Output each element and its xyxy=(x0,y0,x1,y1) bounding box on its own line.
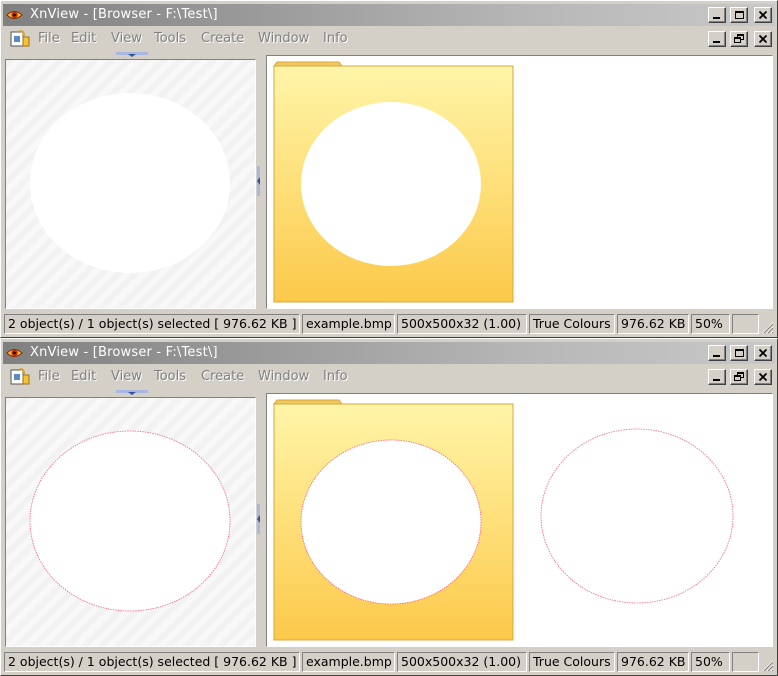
thumbnail-area xyxy=(273,61,514,303)
menu-view[interactable]: View xyxy=(111,31,142,47)
close-icon xyxy=(758,34,768,44)
status-bar: 2 object(s) / 1 object(s) selected [ 976… xyxy=(3,650,775,673)
status-zoom: 50% xyxy=(691,314,730,334)
folder-tree-pane[interactable] xyxy=(5,59,256,309)
resize-grip-icon[interactable] xyxy=(760,658,774,672)
menu-file[interactable]: File xyxy=(38,369,60,385)
menu-info[interactable]: Info xyxy=(323,31,348,47)
preview-image-left xyxy=(29,430,231,612)
child-minimize-button[interactable] xyxy=(708,31,726,47)
xnview-window-bottom: XnView - [Browser - F:\Test\] File Edit … xyxy=(0,338,778,676)
child-close-button[interactable] xyxy=(754,31,772,47)
resize-grip-icon[interactable] xyxy=(760,320,774,334)
window-title: XnView - [Browser - F:\Test\] xyxy=(30,345,218,360)
child-minimize-button[interactable] xyxy=(708,369,726,385)
status-extra xyxy=(732,652,759,672)
xnview-eye-icon[interactable] xyxy=(6,7,23,23)
minimize-button[interactable] xyxy=(708,7,726,23)
status-colour-mode: True Colours xyxy=(529,652,615,672)
window-title: XnView - [Browser - F:\Test\] xyxy=(30,7,218,22)
menu-create[interactable]: Create xyxy=(201,369,244,385)
splitter-handle-top[interactable] xyxy=(116,390,148,396)
menu-create[interactable]: Create xyxy=(201,31,244,47)
status-filename: example.bmp xyxy=(302,314,395,334)
folder-thumbnail[interactable] xyxy=(273,399,514,641)
menu-info[interactable]: Info xyxy=(323,369,348,385)
child-close-button[interactable] xyxy=(754,369,772,385)
maximize-button[interactable] xyxy=(730,345,748,361)
menu-bar: File Edit View Tools Create Window Info xyxy=(3,27,775,51)
close-icon xyxy=(758,10,768,20)
minimize-icon xyxy=(713,41,720,43)
restore-icon xyxy=(734,372,744,381)
menu-tools[interactable]: Tools xyxy=(154,369,186,385)
status-bar: 2 object(s) / 1 object(s) selected [ 976… xyxy=(3,312,775,335)
minimize-icon xyxy=(713,355,720,357)
status-selection: 2 object(s) / 1 object(s) selected [ 976… xyxy=(4,314,300,334)
menu-view[interactable]: View xyxy=(111,369,142,385)
close-button[interactable] xyxy=(754,7,772,23)
menu-tools[interactable]: Tools xyxy=(154,31,186,47)
status-filename: example.bmp xyxy=(302,652,395,672)
title-bar[interactable]: XnView - [Browser - F:\Test\] xyxy=(3,4,775,26)
document-icon[interactable] xyxy=(9,30,31,48)
file-browser-pane[interactable] xyxy=(266,393,773,647)
restore-icon xyxy=(734,34,744,43)
minimize-button[interactable] xyxy=(708,345,726,361)
maximize-icon xyxy=(735,349,744,357)
folder-tree-pane[interactable] xyxy=(5,397,256,647)
menu-bar: File Edit View Tools Create Window Info xyxy=(3,365,775,389)
close-button[interactable] xyxy=(754,345,772,361)
status-dimensions: 500x500x32 (1.00) xyxy=(397,652,527,672)
menu-edit[interactable]: Edit xyxy=(71,369,96,385)
status-dimensions: 500x500x32 (1.00) xyxy=(397,314,527,334)
status-zoom: 50% xyxy=(691,652,730,672)
maximize-icon xyxy=(735,11,744,19)
preview-image-left xyxy=(30,93,230,273)
folder-thumbnail[interactable] xyxy=(273,61,514,303)
splitter-handle-top[interactable] xyxy=(116,52,148,58)
thumbnail-area xyxy=(273,399,734,641)
status-extra xyxy=(732,314,759,334)
close-icon xyxy=(758,372,768,382)
title-bar[interactable]: XnView - [Browser - F:\Test\] xyxy=(3,342,775,364)
xnview-eye-icon[interactable] xyxy=(6,345,23,361)
minimize-icon xyxy=(713,17,720,19)
document-icon[interactable] xyxy=(9,368,31,386)
status-filesize: 976.62 KB xyxy=(617,652,689,672)
file-browser-pane[interactable] xyxy=(266,55,773,309)
splitter-handle-side[interactable] xyxy=(257,504,263,534)
menu-window[interactable]: Window xyxy=(258,31,309,47)
xnview-window-top: XnView - [Browser - F:\Test\] File Edit … xyxy=(0,0,778,338)
image-thumbnail[interactable] xyxy=(540,428,734,604)
maximize-button[interactable] xyxy=(730,7,748,23)
splitter-handle-side[interactable] xyxy=(257,166,263,196)
child-restore-button[interactable] xyxy=(730,369,748,385)
close-icon xyxy=(758,348,768,358)
minimize-icon xyxy=(713,379,720,381)
menu-window[interactable]: Window xyxy=(258,369,309,385)
status-filesize: 976.62 KB xyxy=(617,314,689,334)
status-colour-mode: True Colours xyxy=(529,314,615,334)
menu-file[interactable]: File xyxy=(38,31,60,47)
menu-edit[interactable]: Edit xyxy=(71,31,96,47)
status-selection: 2 object(s) / 1 object(s) selected [ 976… xyxy=(4,652,300,672)
child-restore-button[interactable] xyxy=(730,31,748,47)
